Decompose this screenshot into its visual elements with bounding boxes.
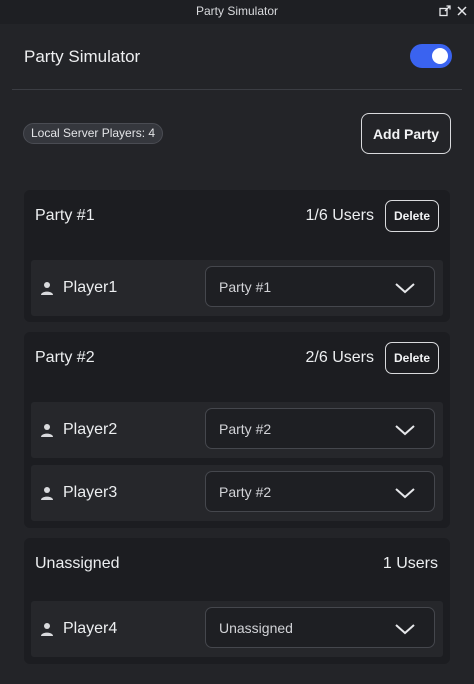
party-select[interactable]: Party #2 — [205, 408, 435, 449]
party-select-value: Party #1 — [219, 279, 272, 295]
popout-icon[interactable] — [438, 4, 452, 18]
chevron-down-icon — [395, 624, 415, 635]
party-select-value: Unassigned — [219, 620, 293, 636]
player-row: Player4 Unassigned — [31, 601, 443, 657]
unassigned-title: Unassigned — [35, 555, 120, 572]
party-select-value: Party #2 — [219, 484, 272, 500]
party-title: Party #2 — [35, 349, 95, 366]
party-panel: Party #1 1/6 Users Delete Player1 Party … — [24, 190, 450, 322]
party-user-count: 2/6 Users — [305, 349, 374, 366]
party-select[interactable]: Party #1 — [205, 266, 435, 307]
user-icon — [41, 487, 53, 500]
party-title: Party #1 — [35, 207, 95, 224]
header-divider — [12, 89, 462, 90]
chevron-down-icon — [395, 425, 415, 436]
delete-party-button[interactable]: Delete — [385, 342, 439, 374]
party-user-count: 1/6 Users — [305, 207, 374, 224]
chevron-down-icon — [395, 488, 415, 499]
close-icon[interactable] — [455, 4, 469, 18]
party-header: Party #2 2/6 Users Delete — [24, 332, 450, 386]
player-row: Player2 Party #2 — [31, 402, 443, 458]
party-select[interactable]: Unassigned — [205, 607, 435, 648]
user-icon — [41, 623, 53, 636]
toggle-knob — [432, 48, 448, 64]
unassigned-header: Unassigned 1 Users — [24, 538, 450, 592]
player-name: Player3 — [63, 484, 118, 501]
user-icon — [41, 282, 53, 295]
chevron-down-icon — [395, 283, 415, 294]
player-name: Player4 — [63, 620, 118, 637]
local-players-badge: Local Server Players: 4 — [23, 123, 164, 144]
delete-party-button[interactable]: Delete — [385, 200, 439, 232]
app-header: Party Simulator — [0, 24, 474, 90]
user-icon — [41, 424, 53, 437]
window-title: Party Simulator — [195, 4, 279, 18]
unassigned-user-count: 1 Users — [382, 555, 438, 572]
player-name: Player1 — [63, 279, 118, 296]
party-panel: Party #2 2/6 Users Delete Player2 Party … — [24, 332, 450, 528]
add-party-button[interactable]: Add Party — [361, 113, 451, 154]
enable-toggle[interactable] — [410, 44, 452, 68]
player-row: Player1 Party #1 — [31, 260, 443, 316]
player-row: Player3 Party #2 — [31, 465, 443, 521]
party-select[interactable]: Party #2 — [205, 471, 435, 512]
player-name: Player2 — [63, 421, 118, 438]
unassigned-panel: Unassigned 1 Users Player4 Unassigned — [24, 538, 450, 664]
page-title: Party Simulator — [24, 47, 141, 66]
party-header: Party #1 1/6 Users Delete — [24, 190, 450, 244]
window-titlebar: Party Simulator — [0, 0, 474, 24]
party-select-value: Party #2 — [219, 421, 272, 437]
